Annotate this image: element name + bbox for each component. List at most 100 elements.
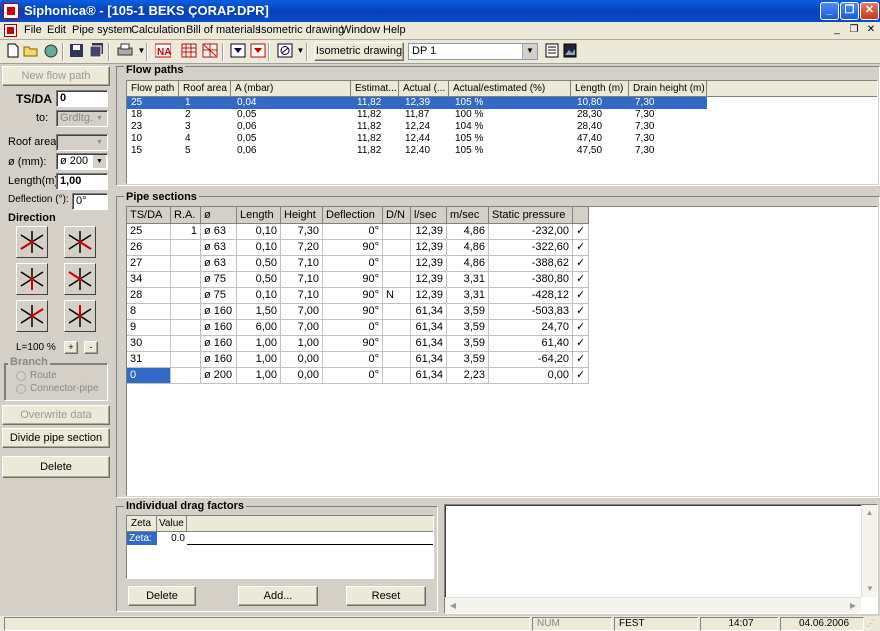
pipe-section-cell[interactable] (171, 240, 201, 256)
pipe-section-cell[interactable]: 2,23 (447, 368, 489, 384)
pipe-section-row[interactable]: 31 ø 160 1,00 0,00 0° 61,34 3,59 -64,20 ✓ (127, 352, 589, 368)
column-header[interactable]: Drain height (m) (629, 81, 707, 97)
menu-calculation[interactable]: Calculation (131, 24, 185, 36)
pipe-section-cell[interactable]: 90° (323, 336, 383, 352)
no-entry-icon[interactable] (276, 43, 293, 60)
pipe-section-cell[interactable]: 7,10 (281, 256, 323, 272)
pipe-section-cell[interactable]: 12,39 (411, 224, 447, 240)
new-flow-path-button[interactable]: New flow path (2, 66, 110, 86)
drag-factors-table[interactable]: Zeta Value Zeta: 0.0 (126, 515, 434, 579)
pipe-section-cell[interactable]: 3,59 (447, 320, 489, 336)
column-header[interactable]: Length (237, 207, 281, 224)
drag-delete-button[interactable]: Delete (128, 586, 196, 606)
roof-area-select[interactable]: ▼ (56, 134, 108, 151)
open-folder-icon[interactable] (22, 43, 39, 60)
pipe-section-cell[interactable]: 1,00 (281, 336, 323, 352)
pipe-section-cell[interactable] (171, 352, 201, 368)
column-header[interactable]: ø (201, 207, 237, 224)
flow-path-row[interactable]: 18 2 0,05 11,82 11,87 100 % 28,30 7,30 (127, 109, 707, 121)
pipe-section-cell[interactable]: -322,60 (489, 240, 573, 256)
pipe-section-row[interactable]: 26 ø 63 0,10 7,20 90° 12,39 4,86 -322,60 ✓ (127, 240, 589, 256)
pipe-section-cell[interactable]: -388,62 (489, 256, 573, 272)
ts-da-input[interactable]: 0 (56, 90, 108, 107)
pipe-section-cell[interactable]: ø 75 (201, 288, 237, 304)
pipe-section-cell[interactable]: 0° (323, 368, 383, 384)
check-icon[interactable]: ✓ (573, 352, 589, 368)
pipe-section-cell[interactable]: 1,00 (237, 336, 281, 352)
direction-button[interactable] (16, 300, 48, 332)
pipe-section-cell[interactable]: 61,34 (411, 320, 447, 336)
pipe-section-cell[interactable]: 0° (323, 352, 383, 368)
pipe-section-cell[interactable]: 3,59 (447, 304, 489, 320)
column-header[interactable]: A (mbar) (231, 81, 351, 97)
pipe-section-cell[interactable]: 12,39 (411, 272, 447, 288)
check-icon[interactable]: ✓ (573, 368, 589, 384)
pipe-section-cell[interactable]: ø 63 (201, 256, 237, 272)
pipe-section-cell[interactable]: 25 (127, 224, 171, 240)
pipe-section-cell[interactable]: 0,50 (237, 272, 281, 288)
check-icon[interactable]: ✓ (573, 320, 589, 336)
grid-red2-icon[interactable] (201, 43, 218, 60)
pipe-section-cell[interactable] (171, 288, 201, 304)
column-header[interactable] (573, 207, 589, 224)
pipe-section-cell[interactable] (383, 240, 411, 256)
pipe-section-cell[interactable]: 61,34 (411, 336, 447, 352)
column-header[interactable]: Flow path (127, 81, 179, 97)
column-header[interactable]: D/N (383, 207, 411, 224)
pipe-section-cell[interactable]: ø 160 (201, 304, 237, 320)
scroll-left-icon[interactable]: ◀ (445, 598, 461, 614)
scroll-up-icon[interactable]: ▲ (862, 505, 877, 521)
pipe-section-cell[interactable]: -380,80 (489, 272, 573, 288)
pipe-section-cell[interactable]: 12,39 (411, 288, 447, 304)
direction-button[interactable] (64, 226, 96, 258)
pipe-section-cell[interactable]: 90° (323, 304, 383, 320)
pipe-section-cell[interactable]: 61,34 (411, 352, 447, 368)
pipe-section-cell[interactable] (383, 256, 411, 272)
pipe-section-cell[interactable]: 61,34 (411, 304, 447, 320)
direction-button[interactable] (64, 300, 96, 332)
column-header[interactable]: Zeta (127, 516, 157, 532)
check-icon[interactable]: ✓ (573, 288, 589, 304)
drag-reset-button[interactable]: Reset (346, 586, 426, 606)
pipe-section-cell[interactable]: ø 75 (201, 272, 237, 288)
connector-pipe-radio[interactable] (16, 384, 26, 394)
pipe-section-cell[interactable] (383, 352, 411, 368)
menu-isometric-drawing[interactable]: Isometric drawing (258, 24, 344, 36)
pipe-section-cell[interactable]: 0,00 (281, 368, 323, 384)
pipe-section-cell[interactable]: 1,00 (237, 368, 281, 384)
menu-help[interactable]: Help (383, 24, 406, 36)
delete-section-button[interactable]: Delete (2, 456, 110, 478)
pipe-section-cell[interactable]: 26 (127, 240, 171, 256)
pipe-section-cell[interactable]: 12,39 (411, 240, 447, 256)
pipe-section-cell[interactable]: 9 (127, 320, 171, 336)
pipe-section-cell[interactable]: -428,12 (489, 288, 573, 304)
grid-red-icon[interactable] (180, 43, 197, 60)
pipe-section-cell[interactable]: -503,83 (489, 304, 573, 320)
overwrite-data-button[interactable]: Overwrite data (2, 405, 110, 425)
chevron-down-icon[interactable]: ▼ (522, 44, 537, 59)
pipe-section-cell[interactable] (171, 368, 201, 384)
pipe-section-cell[interactable]: 0,50 (237, 256, 281, 272)
direction-button[interactable] (64, 263, 96, 295)
pipe-section-cell[interactable] (383, 336, 411, 352)
pipe-section-cell[interactable]: 0,10 (237, 288, 281, 304)
calc-down-icon[interactable] (229, 43, 246, 60)
calc-down2-icon[interactable] (249, 43, 266, 60)
pipe-section-cell[interactable]: 27 (127, 256, 171, 272)
list-icon[interactable] (543, 43, 560, 60)
mdi-minimize-button[interactable]: _ (830, 24, 844, 37)
pipe-section-cell[interactable]: -64,20 (489, 352, 573, 368)
pipe-section-cell[interactable]: 61,40 (489, 336, 573, 352)
pipe-section-cell[interactable]: 7,00 (281, 304, 323, 320)
pipe-section-cell[interactable] (383, 272, 411, 288)
check-icon[interactable]: ✓ (573, 272, 589, 288)
diameter-select[interactable]: ø 200 ▼ (56, 153, 108, 170)
menu-file[interactable]: File (24, 24, 42, 36)
check-icon[interactable]: ✓ (573, 240, 589, 256)
pipe-section-cell[interactable] (171, 256, 201, 272)
pipe-section-cell[interactable]: 3,31 (447, 272, 489, 288)
pipe-section-cell[interactable]: 0,00 (281, 352, 323, 368)
pipe-section-cell[interactable] (171, 304, 201, 320)
pipe-section-row[interactable]: 30 ø 160 1,00 1,00 90° 61,34 3,59 61,40 ✓ (127, 336, 589, 352)
plus-button[interactable]: + (64, 341, 78, 354)
